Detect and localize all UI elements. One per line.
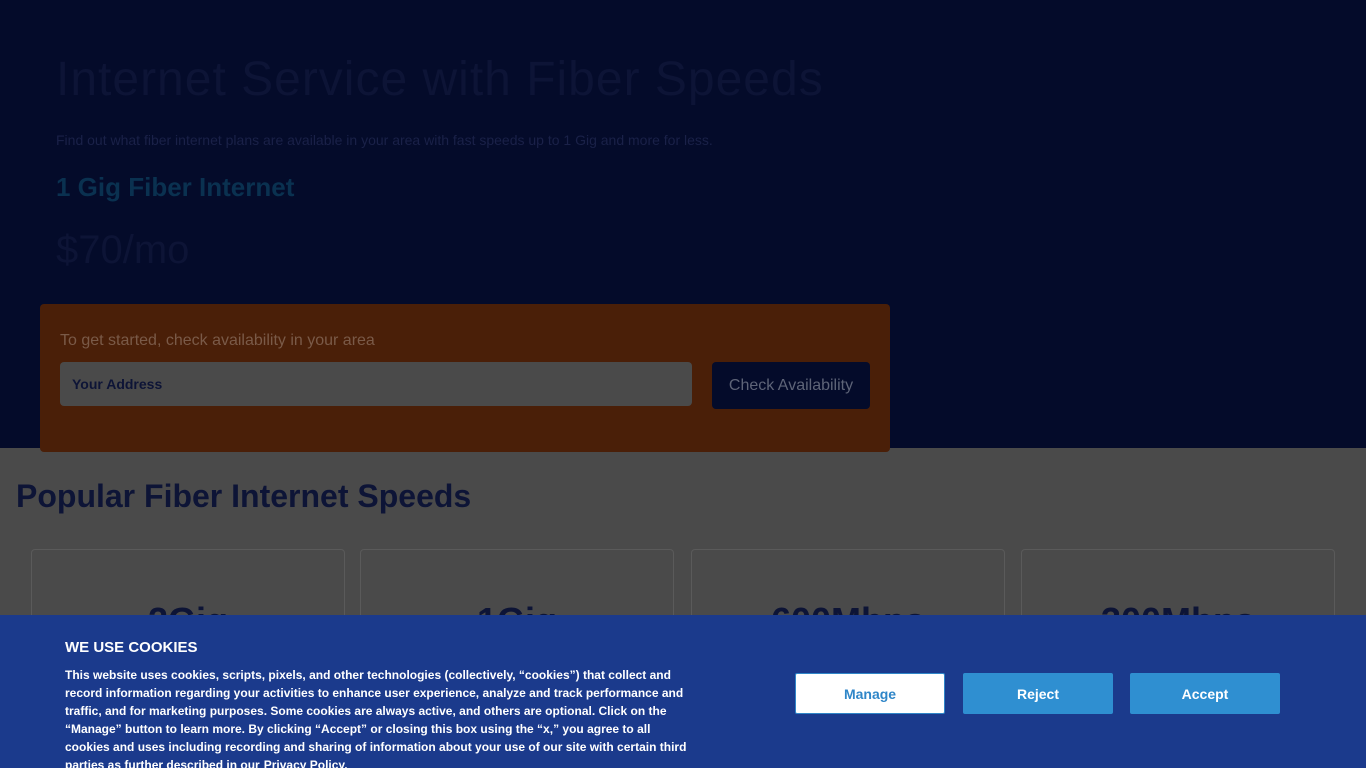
manage-cookies-button[interactable]: Manage (795, 673, 945, 714)
cookie-banner: WE USE COOKIES This website uses cookies… (0, 615, 1366, 768)
reject-cookies-button[interactable]: Reject (963, 673, 1113, 714)
hero-price: $70/mo (56, 228, 190, 272)
hero-subtitle: Find out what fiber internet plans are a… (56, 132, 713, 148)
address-input[interactable] (60, 362, 692, 406)
hero-plan-name: 1 Gig Fiber Internet (56, 172, 295, 202)
cookie-description: This website uses cookies, scripts, pixe… (65, 666, 695, 768)
speeds-section-title: Popular Fiber Internet Speeds (16, 478, 472, 514)
availability-label: To get started, check availability in yo… (60, 332, 375, 349)
cookie-title: WE USE COOKIES (65, 639, 198, 656)
cookie-text-body: This website uses cookies, scripts, pixe… (65, 668, 687, 768)
availability-box: To get started, check availability in yo… (40, 304, 890, 452)
accept-cookies-button[interactable]: Accept (1130, 673, 1280, 714)
check-availability-button[interactable]: Check Availability (712, 362, 870, 409)
hero-title: Internet Service with Fiber Speeds (56, 53, 824, 106)
privacy-policy-link[interactable]: Privacy Policy. (264, 758, 348, 768)
